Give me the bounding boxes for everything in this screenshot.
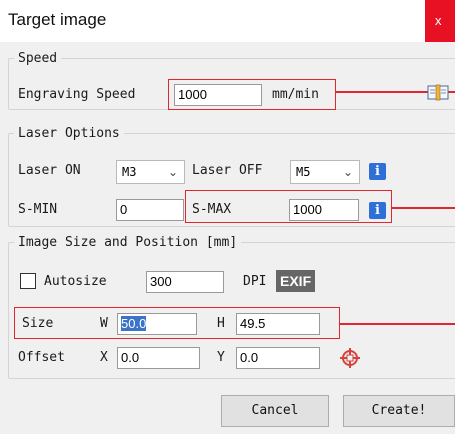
size-callout-line — [340, 323, 455, 325]
laser-options-legend: Laser Options — [14, 126, 124, 142]
laser-on-select[interactable]: M3 ⌄ — [116, 160, 185, 184]
dpi-input[interactable]: 300 — [146, 271, 224, 293]
offset-x-label: X — [100, 350, 108, 365]
s-max-highlight-box — [185, 190, 392, 223]
image-size-legend: Image Size and Position [mm] — [14, 235, 242, 251]
speed-highlight-box — [168, 79, 336, 110]
chevron-down-icon: ⌄ — [167, 165, 178, 179]
laser-on-value: M3 — [122, 165, 137, 179]
offset-x-input[interactable]: 0.0 — [117, 347, 200, 369]
title-bar: Target image x — [0, 0, 455, 42]
speed-legend: Speed — [14, 51, 62, 67]
autosize-label: Autosize — [44, 274, 107, 289]
autosize-checkbox[interactable] — [20, 273, 36, 289]
exif-button[interactable]: EXIF — [276, 270, 316, 292]
chevron-down-icon: ⌄ — [342, 165, 353, 179]
laser-off-value: M5 — [296, 165, 311, 179]
laser-off-select[interactable]: M5 ⌄ — [290, 160, 360, 184]
cancel-button[interactable]: Cancel — [221, 395, 329, 427]
offset-y-input[interactable]: 0.0 — [236, 347, 320, 369]
laser-off-label: Laser OFF — [192, 163, 263, 178]
s-max-callout-line — [392, 207, 455, 209]
size-highlight-box — [14, 307, 340, 339]
engraving-speed-label: Engraving Speed — [18, 87, 136, 102]
dpi-label: DPI — [243, 274, 267, 289]
s-min-label: S-MIN — [18, 202, 58, 217]
create-button[interactable]: Create! — [343, 395, 455, 427]
crosshair-icon[interactable] — [339, 347, 361, 369]
laser-info-icon[interactable]: i — [369, 163, 386, 180]
offset-label: Offset — [18, 350, 65, 365]
laser-on-label: Laser ON — [18, 163, 81, 178]
s-min-input[interactable]: 0 — [116, 199, 184, 221]
book-icon[interactable] — [427, 84, 449, 102]
dialog-title: Target image — [8, 10, 107, 29]
close-button[interactable]: x — [425, 0, 455, 42]
target-image-dialog: Target image x Speed Engraving Speed 100… — [0, 0, 455, 434]
offset-y-label: Y — [217, 350, 225, 365]
